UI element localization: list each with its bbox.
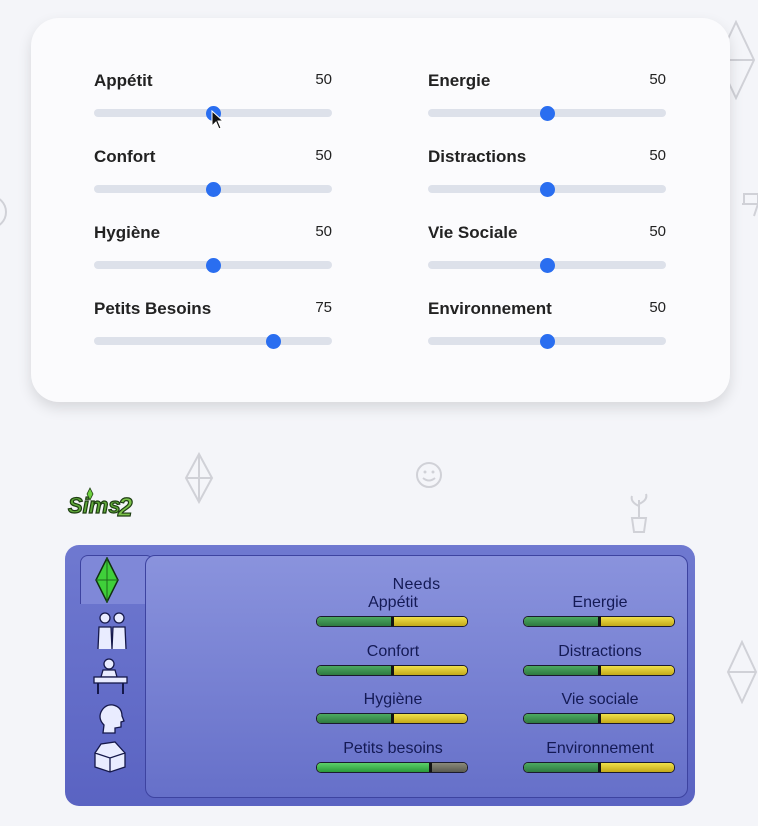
- smiley-doodle-icon: [416, 462, 442, 488]
- control-label: Vie Sociale: [428, 223, 518, 242]
- need-energie: Energie: [523, 594, 677, 634]
- control-value: 50: [315, 147, 332, 164]
- need-vie-sociale: Vie sociale: [523, 691, 677, 731]
- toilet-doodle-icon: [742, 193, 758, 217]
- slider-thumb[interactable]: [540, 334, 555, 349]
- slider-thumb[interactable]: [540, 182, 555, 197]
- control-value: 50: [649, 71, 666, 88]
- inventory-icon[interactable]: [91, 741, 129, 773]
- need-label: Vie sociale: [561, 691, 639, 708]
- control-value: 50: [649, 223, 666, 240]
- control-vie-sociale: Vie Sociale 50: [428, 223, 666, 283]
- relationships-icon[interactable]: [95, 611, 129, 651]
- sims2-logo: Sims 2: [67, 487, 134, 522]
- needs-controls-card: Appétit 50 Energie 50 Confort 50 Distrac…: [31, 18, 730, 402]
- control-label: Confort: [94, 147, 156, 166]
- control-energie: Energie 50: [428, 71, 666, 131]
- svg-text:2: 2: [117, 492, 133, 522]
- control-label: Hygiène: [94, 223, 161, 242]
- need-hygiene: Hygiène: [316, 691, 470, 731]
- need-bar: [523, 762, 675, 773]
- need-label: Environnement: [546, 740, 654, 757]
- need-label: Confort: [366, 643, 420, 660]
- control-value: 50: [649, 147, 666, 164]
- need-confort: Confort: [316, 643, 470, 683]
- control-value: 50: [315, 223, 332, 240]
- control-hygiene: Hygiène 50: [94, 223, 332, 283]
- need-petits-besoins: Petits besoins: [316, 740, 470, 780]
- slider-thumb[interactable]: [206, 258, 221, 273]
- need-bar: [316, 762, 468, 773]
- slider-thumb[interactable]: [540, 106, 555, 121]
- need-distractions: Distractions: [523, 643, 677, 683]
- control-label: Petits Besoins: [94, 299, 212, 318]
- control-value: 50: [649, 299, 666, 316]
- need-bar: [316, 616, 468, 627]
- need-bar: [523, 616, 675, 627]
- need-bar: [316, 665, 468, 676]
- need-bar: [316, 713, 468, 724]
- career-icon[interactable]: [92, 657, 130, 695]
- need-label: Petits besoins: [343, 740, 443, 757]
- control-value: 50: [315, 71, 332, 88]
- plant-doodle-icon: [630, 493, 648, 533]
- mouse-cursor-icon: [211, 110, 225, 130]
- slider-thumb[interactable]: [540, 258, 555, 273]
- control-label: Appétit: [94, 71, 153, 90]
- need-bar: [523, 713, 675, 724]
- diamond-doodle-icon: [184, 452, 214, 504]
- needs-area: Needs Appétit Energie Confort Distractio…: [145, 555, 688, 798]
- need-environnement: Environnement: [523, 740, 677, 780]
- need-bar: [523, 665, 675, 676]
- control-value: 75: [315, 299, 332, 316]
- plumbob-icon[interactable]: [95, 557, 119, 603]
- needs-title: Needs: [392, 576, 441, 593]
- control-environnement: Environnement 50: [428, 299, 666, 359]
- control-label: Energie: [428, 71, 491, 90]
- slider-track[interactable]: [94, 337, 332, 345]
- need-label: Energie: [572, 594, 628, 611]
- control-label: Environnement: [428, 299, 552, 318]
- need-label: Distractions: [558, 643, 642, 660]
- svg-text:Sims: Sims: [68, 493, 121, 518]
- control-confort: Confort 50: [94, 147, 332, 207]
- control-petits-besoins: Petits Besoins 75: [94, 299, 332, 359]
- control-label: Distractions: [428, 147, 527, 166]
- slider-thumb[interactable]: [265, 334, 281, 349]
- circle-doodle-icon: [0, 198, 7, 226]
- need-label: Appétit: [368, 594, 418, 611]
- needs-panel: Needs Appétit Energie Confort Distractio…: [65, 545, 695, 806]
- need-label: Hygiène: [363, 691, 423, 708]
- slider-thumb[interactable]: [206, 182, 221, 197]
- diamond-doodle-icon: [726, 640, 758, 704]
- control-distractions: Distractions 50: [428, 147, 666, 207]
- personality-icon[interactable]: [97, 703, 125, 735]
- need-appetit: Appétit: [316, 594, 470, 634]
